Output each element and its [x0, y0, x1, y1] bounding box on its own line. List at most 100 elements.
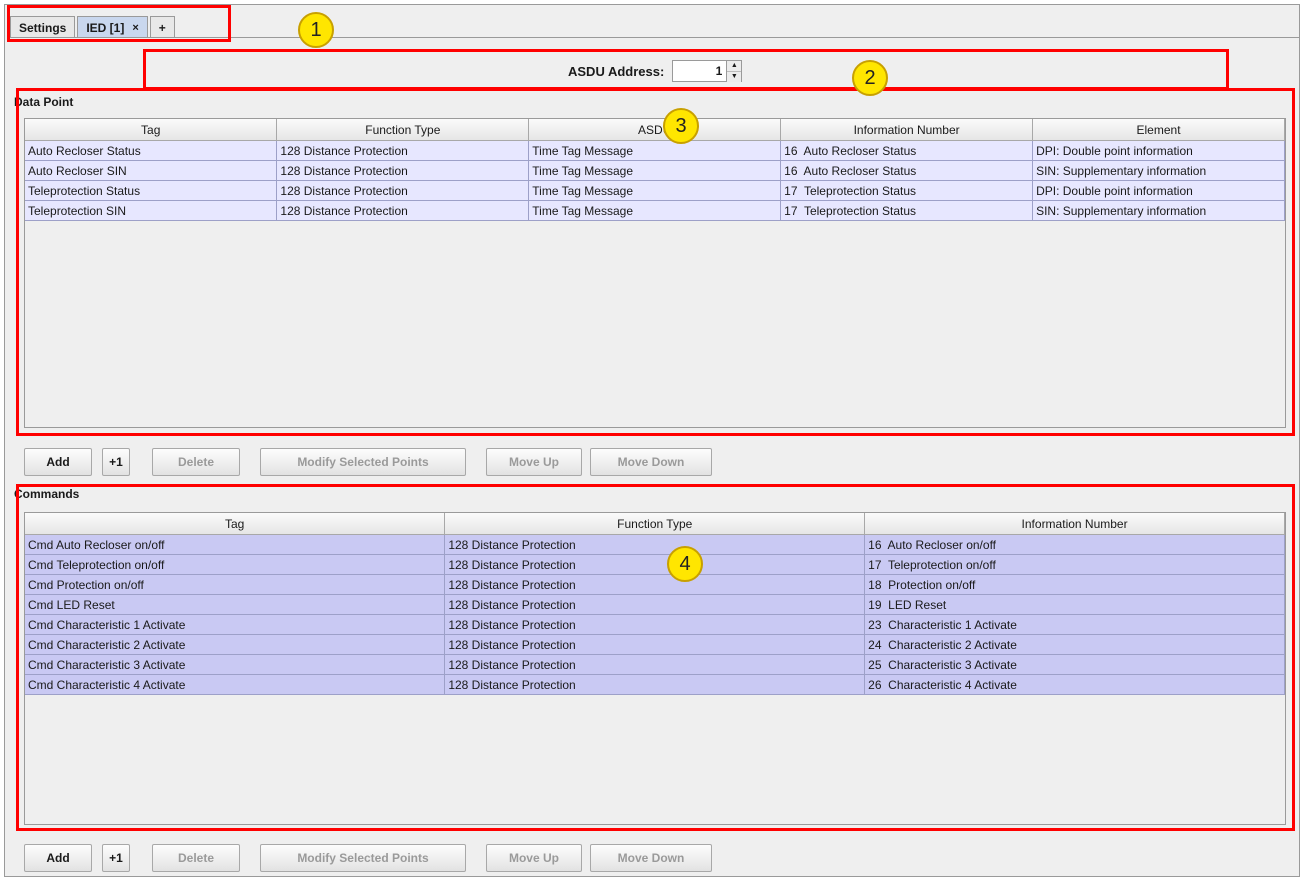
table-cell[interactable]: 128 Distance Protection [444, 614, 866, 635]
table-row[interactable]: Teleprotection SIN 128 Distance Protectio… [25, 200, 1285, 221]
table-row[interactable]: Cmd Characteristic 1 Activate 128 Distanc… [25, 614, 1285, 635]
table-cell[interactable]: Time Tag Message [528, 140, 782, 161]
table-cell[interactable]: 24 Characteristic 2 Activate [864, 634, 1285, 655]
table-cell[interactable]: DPI: Double point information [1032, 180, 1285, 201]
table-cell[interactable]: Auto Recloser SIN [25, 160, 278, 181]
plus-one-button[interactable]: +1 [102, 844, 130, 872]
asdu-address-label: ASDU Address: [568, 63, 665, 79]
data-point-grid: Tag Function Type ASDU Information Number El… [25, 119, 1285, 221]
table-cell[interactable]: 16 Auto Recloser Status [780, 160, 1034, 181]
table-cell[interactable]: Time Tag Message [528, 180, 782, 201]
add-tab-button[interactable]: + [149, 16, 175, 38]
add-button[interactable]: Add [24, 844, 92, 872]
table-cell[interactable]: 16 Auto Recloser on/off [864, 534, 1285, 555]
table-row[interactable]: Cmd Teleprotection on/off 128 Distance Pr… [25, 554, 1285, 575]
table-row[interactable]: Teleprotection Status 128 Distance Protec… [25, 180, 1285, 201]
column-header[interactable]: ASDU [528, 119, 782, 141]
table-body: Auto Recloser Status 128 Distance Protect… [25, 140, 1285, 221]
table-row[interactable]: Cmd Characteristic 3 Activate 128 Distanc… [25, 654, 1285, 675]
table-cell[interactable]: 16 Auto Recloser Status [780, 140, 1034, 161]
table-cell[interactable]: 128 Distance Protection [444, 554, 866, 575]
column-header[interactable]: Tag [25, 119, 278, 141]
table-cell[interactable]: Cmd LED Reset [25, 594, 446, 615]
table-cell[interactable]: Cmd Characteristic 4 Activate [25, 674, 446, 695]
spinner-up-icon[interactable]: ▲ [727, 61, 742, 71]
delete-button[interactable]: Delete [152, 448, 240, 476]
table-cell[interactable]: 128 Distance Protection [444, 534, 866, 555]
asdu-address-value[interactable]: 1 [673, 61, 726, 81]
modify-selected-points-button[interactable]: Modify Selected Points [260, 448, 466, 476]
table-row[interactable]: Cmd LED Reset 128 Distance Protection 19 L… [25, 594, 1285, 615]
table-cell[interactable]: Cmd Auto Recloser on/off [25, 534, 446, 555]
table-cell[interactable]: 128 Distance Protection [276, 180, 530, 201]
table-cell[interactable]: 17 Teleprotection Status [780, 200, 1034, 221]
tab-bar: Settings IED [1] × + [10, 10, 177, 38]
column-header[interactable]: Tag [25, 513, 446, 535]
table-cell[interactable]: 128 Distance Protection [276, 140, 530, 161]
table-cell[interactable]: 26 Characteristic 4 Activate [864, 674, 1285, 695]
asdu-address-spinner[interactable]: 1 ▲ ▼ [672, 60, 743, 82]
table-row[interactable]: Auto Recloser SIN 128 Distance Protection… [25, 160, 1285, 181]
delete-button[interactable]: Delete [152, 844, 240, 872]
tab-settings[interactable]: Settings [10, 16, 76, 38]
data-point-table[interactable]: Tag Function Type ASDU Information Number El… [24, 118, 1286, 428]
table-cell[interactable]: DPI: Double point information [1032, 140, 1285, 161]
table-cell[interactable]: Auto Recloser Status [25, 140, 278, 161]
column-header[interactable]: Function Type [444, 513, 866, 535]
column-header[interactable]: Information Number [780, 119, 1034, 141]
annotation-badge-3: 3 [663, 108, 699, 144]
modify-selected-points-button[interactable]: Modify Selected Points [260, 844, 466, 872]
table-cell[interactable]: SIN: Supplementary information [1032, 160, 1285, 181]
table-cell[interactable]: Cmd Teleprotection on/off [25, 554, 446, 575]
table-cell[interactable]: 18 Protection on/off [864, 574, 1285, 595]
column-header[interactable]: Function Type [276, 119, 530, 141]
table-cell[interactable]: 128 Distance Protection [276, 200, 530, 221]
spinner-down-icon[interactable]: ▼ [727, 71, 742, 82]
asdu-address-row: ASDU Address: 1 ▲ ▼ [568, 60, 743, 82]
close-icon[interactable]: × [132, 22, 138, 34]
table-cell[interactable]: 23 Characteristic 1 Activate [864, 614, 1285, 635]
move-down-button[interactable]: Move Down [590, 448, 712, 476]
table-cell[interactable]: 128 Distance Protection [444, 674, 866, 695]
table-cell[interactable]: Cmd Characteristic 2 Activate [25, 634, 446, 655]
data-point-title: Data Point [14, 95, 74, 109]
table-cell[interactable]: Cmd Protection on/off [25, 574, 446, 595]
table-cell[interactable]: Teleprotection SIN [25, 200, 278, 221]
table-cell[interactable]: 17 Teleprotection Status [780, 180, 1034, 201]
tab-ied-1[interactable]: IED [1] × [77, 16, 148, 38]
table-cell[interactable]: Cmd Characteristic 1 Activate [25, 614, 446, 635]
table-row[interactable]: Cmd Protection on/off 128 Distance Protec… [25, 574, 1285, 595]
table-row[interactable]: Cmd Characteristic 2 Activate 128 Distanc… [25, 634, 1285, 655]
table-cell[interactable]: 128 Distance Protection [444, 574, 866, 595]
column-header[interactable]: Element [1032, 119, 1285, 141]
table-cell[interactable]: 128 Distance Protection [444, 594, 866, 615]
table-row[interactable]: Cmd Characteristic 4 Activate 128 Distanc… [25, 674, 1285, 695]
table-row[interactable]: Auto Recloser Status 128 Distance Protect… [25, 140, 1285, 161]
move-up-button[interactable]: Move Up [486, 844, 582, 872]
table-cell[interactable]: 128 Distance Protection [444, 634, 866, 655]
add-button[interactable]: Add [24, 448, 92, 476]
commands-button-row: Add +1 Delete Modify Selected Points Mov… [24, 844, 722, 872]
move-down-button[interactable]: Move Down [590, 844, 712, 872]
table-cell[interactable]: 19 LED Reset [864, 594, 1285, 615]
table-cell[interactable]: Time Tag Message [528, 160, 782, 181]
table-cell[interactable]: SIN: Supplementary information [1032, 200, 1285, 221]
table-cell[interactable]: 25 Characteristic 3 Activate [864, 654, 1285, 675]
table-cell[interactable]: 128 Distance Protection [276, 160, 530, 181]
spinner-arrows: ▲ ▼ [726, 61, 742, 82]
table-cell[interactable]: Time Tag Message [528, 200, 782, 221]
plus-one-button[interactable]: +1 [102, 448, 130, 476]
table-cell[interactable]: Teleprotection Status [25, 180, 278, 201]
commands-grid: Tag Function Type Information Number Cmd A… [25, 513, 1285, 695]
table-cell[interactable]: 17 Teleprotection on/off [864, 554, 1285, 575]
move-up-button[interactable]: Move Up [486, 448, 582, 476]
table-header: Tag Function Type ASDU Information Number El… [25, 119, 1285, 141]
commands-table[interactable]: Tag Function Type Information Number Cmd A… [24, 512, 1286, 825]
table-body: Cmd Auto Recloser on/off 128 Distance Pro… [25, 534, 1285, 695]
table-row[interactable]: Cmd Auto Recloser on/off 128 Distance Pro… [25, 534, 1285, 555]
table-cell[interactable]: Cmd Characteristic 3 Activate [25, 654, 446, 675]
annotation-badge-2: 2 [852, 60, 888, 96]
tab-label: IED [1] [86, 20, 125, 35]
column-header[interactable]: Information Number [864, 513, 1285, 535]
table-cell[interactable]: 128 Distance Protection [444, 654, 866, 675]
